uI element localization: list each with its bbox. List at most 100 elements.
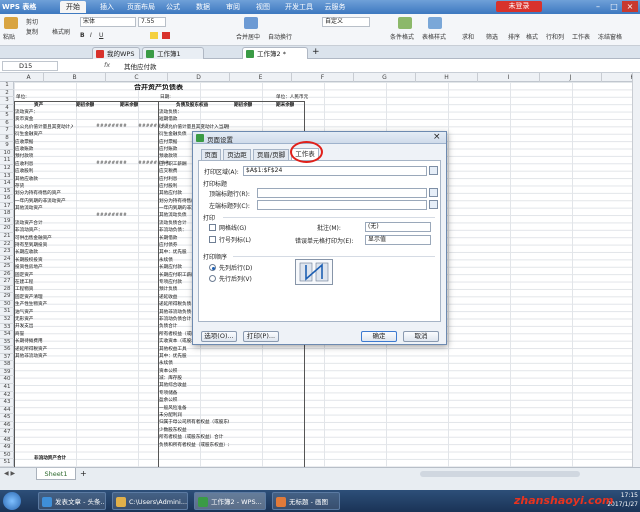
row-header[interactable]: 41	[0, 384, 14, 392]
column-header[interactable]: C	[106, 73, 168, 82]
print-area-input[interactable]: $A$1:$F$24	[243, 166, 427, 176]
sheet-nav-icon[interactable]: ◀ ▶	[4, 470, 15, 477]
row-header[interactable]: 8	[0, 135, 14, 143]
tab-formula[interactable]: 公式	[162, 1, 184, 13]
start-button[interactable]	[3, 492, 21, 510]
rowcol-headings-checkbox[interactable]	[209, 236, 216, 243]
sum-button[interactable]: 求和	[462, 33, 474, 42]
row-header[interactable]: 13	[0, 173, 14, 181]
tab-home[interactable]: 开始	[60, 1, 86, 13]
row-header[interactable]: 24	[0, 256, 14, 264]
row-header[interactable]: 34	[0, 331, 14, 339]
font-color-icon[interactable]	[162, 32, 170, 39]
row-header[interactable]: 46	[0, 422, 14, 430]
row-header[interactable]: 3	[0, 97, 14, 105]
row-header[interactable]: 21	[0, 233, 14, 241]
format-painter-button[interactable]: 格式刷	[52, 28, 70, 37]
cond-format-icon[interactable]	[398, 17, 412, 29]
tab-page[interactable]: 页面	[201, 149, 221, 160]
tab-header-footer[interactable]: 页眉/页脚	[253, 149, 289, 160]
paste-icon[interactable]	[4, 17, 18, 29]
row-header[interactable]: 18	[0, 210, 14, 218]
underline-button[interactable]: U	[99, 31, 103, 40]
name-box[interactable]: D15	[2, 61, 58, 71]
row-header[interactable]: 31	[0, 308, 14, 317]
row-header[interactable]: 45	[0, 414, 14, 422]
taskbar-item-paint[interactable]: 无标题 - 画图	[272, 492, 340, 510]
row-col-button[interactable]: 行和列	[546, 33, 564, 42]
tab-cloud[interactable]: 云服务	[320, 1, 350, 13]
font-family-select[interactable]: 宋体	[80, 17, 136, 27]
column-header[interactable]: I	[478, 73, 540, 82]
login-button[interactable]: 未登录	[496, 1, 542, 12]
cut-button[interactable]: 剪切	[26, 18, 38, 27]
number-format-select[interactable]: 自定义	[322, 17, 370, 27]
row-header[interactable]: 32	[0, 316, 14, 324]
row-header[interactable]: 29	[0, 293, 14, 301]
row-header[interactable]: 36	[0, 346, 14, 354]
close-icon[interactable]: ×	[622, 1, 638, 12]
row-header[interactable]: 19	[0, 218, 14, 226]
row-header[interactable]: 12	[0, 165, 14, 173]
row-header[interactable]: 7	[0, 127, 14, 135]
tab-data[interactable]: 数据	[192, 1, 214, 13]
row-header[interactable]: 26	[0, 271, 14, 279]
ok-button[interactable]: 确定	[361, 331, 397, 342]
row-header[interactable]: 11	[0, 157, 14, 166]
column-header[interactable]: F	[292, 73, 354, 82]
italic-button[interactable]: I	[90, 31, 92, 40]
doc-tab-book1[interactable]: 工作簿1	[142, 47, 204, 59]
row-header[interactable]: 22	[0, 241, 14, 249]
tab-insert[interactable]: 插入	[94, 1, 120, 13]
doc-tab-mywps[interactable]: 我的WPS	[92, 47, 140, 59]
row-header[interactable]: 27	[0, 278, 14, 286]
maximize-icon[interactable]: □	[606, 1, 622, 12]
column-header[interactable]: G	[354, 73, 416, 82]
top-rows-input[interactable]	[257, 188, 427, 198]
row-header[interactable]: 16	[0, 195, 14, 203]
freeze-panes-button[interactable]: 冻结窗格	[598, 33, 622, 42]
row-header[interactable]: 37	[0, 354, 14, 362]
paste-button[interactable]: 粘贴	[3, 33, 15, 42]
row-header[interactable]: 51	[0, 459, 14, 467]
row-header[interactable]: 6	[0, 120, 14, 128]
formula-input[interactable]: 其他应付款	[124, 61, 157, 71]
row-header[interactable]: 17	[0, 203, 14, 211]
bold-button[interactable]: B	[80, 31, 85, 40]
row-header[interactable]: 38	[0, 361, 14, 369]
column-header[interactable]: B	[44, 73, 106, 82]
tab-view[interactable]: 视图	[252, 1, 274, 13]
gridlines-checkbox[interactable]	[209, 224, 216, 231]
errors-select[interactable]: 显示值	[365, 235, 431, 245]
column-header[interactable]: H	[416, 73, 478, 82]
row-header[interactable]: 9	[0, 142, 14, 150]
tab-page-layout[interactable]: 页面布局	[124, 1, 158, 13]
sort-button[interactable]: 排序	[508, 33, 520, 42]
merge-icon[interactable]	[244, 17, 258, 29]
row-header[interactable]: 40	[0, 376, 14, 384]
sheet-tab-sheet1[interactable]: Sheet1	[36, 468, 76, 480]
comments-select[interactable]: (无)	[365, 222, 431, 232]
filter-button[interactable]: 筛选	[486, 33, 498, 42]
row-header[interactable]: 2	[0, 90, 14, 98]
row-header[interactable]: 48	[0, 437, 14, 445]
range-picker-icon[interactable]	[429, 166, 438, 175]
options-button[interactable]: 选项(O)...	[201, 331, 237, 342]
taskbar-item-browser[interactable]: 发表文章 - 头条...	[38, 492, 106, 510]
fill-color-icon[interactable]	[150, 32, 158, 39]
close-icon[interactable]: ×	[433, 132, 441, 143]
column-header[interactable]: J	[540, 73, 602, 82]
table-style-button[interactable]: 表格样式	[422, 33, 446, 42]
fx-icon[interactable]: fx	[104, 61, 110, 69]
tab-margins[interactable]: 页边距	[223, 149, 251, 160]
row-header[interactable]: 5	[0, 112, 14, 120]
column-header[interactable]: E	[230, 73, 292, 82]
column-header[interactable]: A	[14, 73, 44, 82]
merge-center-button[interactable]: 合并居中	[236, 33, 260, 42]
row-header[interactable]: 47	[0, 429, 14, 437]
row-header[interactable]: 43	[0, 399, 14, 407]
taskbar-item-explorer[interactable]: C:\Users\Admini...	[112, 492, 188, 510]
dialog-title-bar[interactable]: 页面设置 ×	[193, 132, 446, 144]
wrap-text-button[interactable]: 自动换行	[268, 33, 292, 42]
worksheet-button[interactable]: 工作表	[572, 33, 590, 42]
